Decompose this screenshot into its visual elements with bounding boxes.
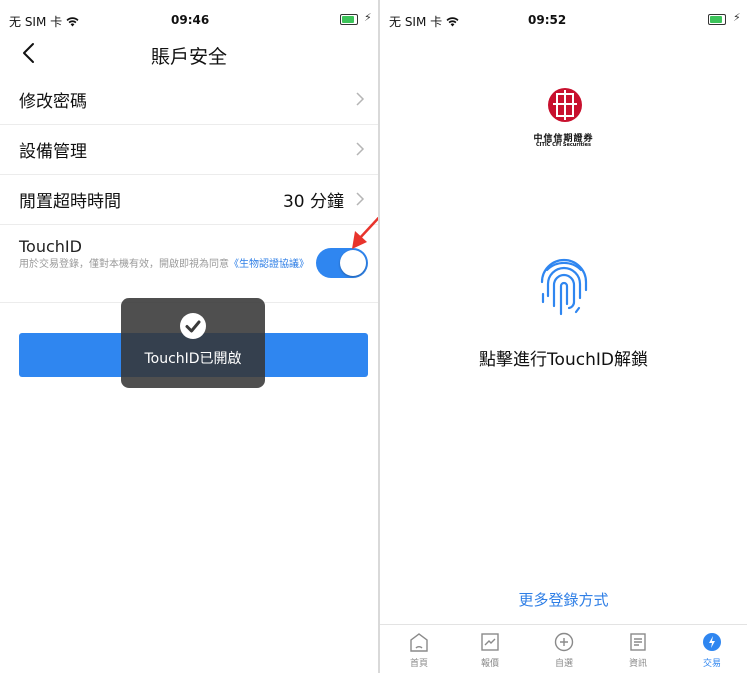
toast: TouchID已開啟 <box>121 298 265 388</box>
row-label: 閒置超時時間 <box>19 192 121 212</box>
status-bar: 无 SIM 卡 09:46 ⚡ <box>0 0 378 40</box>
carrier-label: 无 SIM 卡 <box>9 13 79 30</box>
charging-icon: ⚡ <box>364 11 372 24</box>
change-password-row[interactable]: 修改密碼 <box>0 74 378 125</box>
carrier-label: 无 SIM 卡 <box>389 13 459 30</box>
chevron-right-icon <box>354 139 366 159</box>
status-time: 09:46 <box>171 13 210 27</box>
idle-timeout-row[interactable]: 閒置超時時間 30 分鐘 <box>0 174 378 225</box>
citic-logo-icon <box>540 86 590 124</box>
document-icon <box>627 631 649 653</box>
device-management-row[interactable]: 設備管理 <box>0 124 378 175</box>
logo-text-en: CITIC CFI Securities <box>535 142 592 148</box>
status-bar: 无 SIM 卡 09:52 ⚡ <box>380 0 747 40</box>
chevron-right-icon <box>354 89 366 109</box>
fingerprint-icon[interactable] <box>535 256 593 318</box>
charging-icon: ⚡ <box>733 11 741 24</box>
wifi-icon <box>66 15 79 29</box>
battery-icon <box>340 14 358 25</box>
tab-quotes[interactable]: 報價 <box>460 631 520 669</box>
tab-news[interactable]: 資訊 <box>608 631 668 669</box>
touchid-description: 用於交易登錄，僅對本機有效，開啟即視為同意《生物認證協議》 <box>19 259 309 270</box>
nav-bar: 賬戶安全 <box>0 36 378 72</box>
battery-icon <box>708 14 726 25</box>
page-title: 賬戶安全 <box>150 46 227 68</box>
touchid-title: TouchID <box>19 237 82 256</box>
checkmark-icon <box>179 312 207 340</box>
row-label: 設備管理 <box>19 142 87 162</box>
plus-circle-icon <box>553 631 575 653</box>
wifi-icon <box>446 15 459 29</box>
account-security-screen: 无 SIM 卡 09:46 ⚡ 賬戶安全 修改密碼 設備管理 閒置超時時間 30… <box>0 0 378 673</box>
toast-text: TouchID已開啟 <box>144 351 242 367</box>
trade-icon <box>701 631 723 653</box>
touchid-login-screen: 无 SIM 卡 09:52 ⚡ 中信信期證券 CITIC CFI Securit… <box>380 0 747 673</box>
tab-trade[interactable]: 交易 <box>682 631 742 669</box>
biometric-agreement-link[interactable]: 《生物認證協議》 <box>229 259 309 270</box>
idle-timeout-value: 30 分鐘 <box>282 192 344 212</box>
tab-watchlist[interactable]: 自選 <box>534 631 594 669</box>
home-icon <box>408 631 430 653</box>
more-login-options-link[interactable]: 更多登錄方式 <box>380 589 747 610</box>
tab-bar: 首頁 報價 自選 資訊 交易 <box>380 624 747 673</box>
tab-home[interactable]: 首頁 <box>389 631 449 669</box>
row-label: 修改密碼 <box>19 92 87 112</box>
red-arrow-icon <box>340 195 378 255</box>
chart-icon <box>479 631 501 653</box>
touchid-unlock-prompt[interactable]: 點擊進行TouchID解鎖 <box>380 345 747 370</box>
status-time: 09:52 <box>528 13 567 27</box>
